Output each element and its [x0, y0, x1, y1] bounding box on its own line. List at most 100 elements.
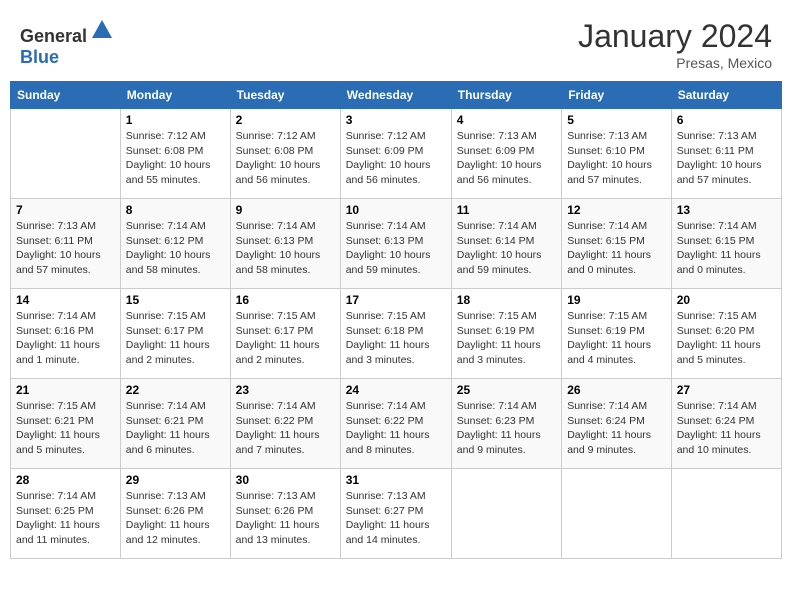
calendar-cell: 8 Sunrise: 7:14 AMSunset: 6:12 PMDaylight… — [120, 199, 230, 289]
day-number: 24 — [346, 383, 446, 397]
cell-info: Sunrise: 7:14 AMSunset: 6:16 PMDaylight:… — [16, 309, 115, 368]
day-number: 13 — [677, 203, 776, 217]
month-year-title: January 2024 — [578, 18, 772, 55]
weekday-header-wednesday: Wednesday — [340, 82, 451, 109]
calendar-week-4: 21Sunrise: 7:15 AMSunset: 6:21 PMDayligh… — [11, 379, 782, 469]
calendar-cell: 25Sunrise: 7:14 AMSunset: 6:23 PMDayligh… — [451, 379, 561, 469]
cell-info: Sunrise: 7:12 AMSunset: 6:08 PMDaylight:… — [126, 129, 225, 188]
calendar-body: 1 Sunrise: 7:12 AMSunset: 6:08 PMDaylight… — [11, 109, 782, 559]
day-number: 12 — [567, 203, 666, 217]
calendar-cell: 5Sunrise: 7:13 AMSunset: 6:10 PMDaylight… — [562, 109, 672, 199]
calendar-cell: 17 Sunrise: 7:15 AMSunset: 6:18 PMDayligh… — [340, 289, 451, 379]
calendar-cell: 3Sunrise: 7:12 AMSunset: 6:09 PMDaylight… — [340, 109, 451, 199]
calendar-week-5: 28Sunrise: 7:14 AMSunset: 6:25 PMDayligh… — [11, 469, 782, 559]
cell-info: Sunrise: 7:14 AMSunset: 6:21 PMDaylight:… — [126, 399, 225, 458]
day-number: 31 — [346, 473, 446, 487]
day-number: 17 — [346, 293, 446, 307]
cell-info: Sunrise: 7:14 AMSunset: 6:13 PMDaylight:… — [236, 219, 335, 278]
calendar-cell: 4 Sunrise: 7:13 AMSunset: 6:09 PMDaylight… — [451, 109, 561, 199]
logo-blue: Blue — [20, 47, 59, 67]
calendar-cell: 22Sunrise: 7:14 AMSunset: 6:21 PMDayligh… — [120, 379, 230, 469]
cell-info: Sunrise: 7:14 AMSunset: 6:14 PMDaylight:… — [457, 219, 556, 278]
calendar-cell: 26 Sunrise: 7:14 AMSunset: 6:24 PMDayligh… — [562, 379, 672, 469]
cell-info: Sunrise: 7:12 AMSunset: 6:08 PMDaylight:… — [236, 129, 335, 188]
logo: General Blue — [20, 18, 114, 68]
calendar-cell: 6Sunrise: 7:13 AMSunset: 6:11 PMDaylight… — [671, 109, 781, 199]
calendar-week-1: 1 Sunrise: 7:12 AMSunset: 6:08 PMDaylight… — [11, 109, 782, 199]
day-number: 9 — [236, 203, 335, 217]
cell-info: Sunrise: 7:14 AMSunset: 6:15 PMDaylight:… — [677, 219, 776, 278]
cell-info: Sunrise: 7:12 AMSunset: 6:09 PMDaylight:… — [346, 129, 446, 188]
day-number: 2 — [236, 113, 335, 127]
cell-info: Sunrise: 7:13 AMSunset: 6:27 PMDaylight:… — [346, 489, 446, 548]
calendar-table: SundayMondayTuesdayWednesdayThursdayFrid… — [10, 81, 782, 559]
calendar-cell: 28Sunrise: 7:14 AMSunset: 6:25 PMDayligh… — [11, 469, 121, 559]
cell-info: Sunrise: 7:13 AMSunset: 6:11 PMDaylight:… — [677, 129, 776, 188]
calendar-week-3: 14 Sunrise: 7:14 AMSunset: 6:16 PMDayligh… — [11, 289, 782, 379]
calendar-cell — [671, 469, 781, 559]
calendar-cell: 20Sunrise: 7:15 AMSunset: 6:20 PMDayligh… — [671, 289, 781, 379]
calendar-cell: 16Sunrise: 7:15 AMSunset: 6:17 PMDayligh… — [230, 289, 340, 379]
cell-info: Sunrise: 7:15 AMSunset: 6:19 PMDaylight:… — [567, 309, 666, 368]
cell-info: Sunrise: 7:15 AMSunset: 6:19 PMDaylight:… — [457, 309, 556, 368]
calendar-cell: 29 Sunrise: 7:13 AMSunset: 6:26 PMDayligh… — [120, 469, 230, 559]
calendar-cell: 14 Sunrise: 7:14 AMSunset: 6:16 PMDayligh… — [11, 289, 121, 379]
cell-info: Sunrise: 7:13 AMSunset: 6:10 PMDaylight:… — [567, 129, 666, 188]
cell-info: Sunrise: 7:13 AMSunset: 6:26 PMDaylight:… — [126, 489, 225, 548]
page-container: General Blue January 2024 Presas, Mexico… — [10, 10, 782, 559]
calendar-cell: 9 Sunrise: 7:14 AMSunset: 6:13 PMDaylight… — [230, 199, 340, 289]
day-number: 11 — [457, 203, 556, 217]
logo-icon — [90, 18, 114, 42]
cell-info: Sunrise: 7:14 AMSunset: 6:23 PMDaylight:… — [457, 399, 556, 458]
calendar-cell: 31 Sunrise: 7:13 AMSunset: 6:27 PMDayligh… — [340, 469, 451, 559]
weekday-header-tuesday: Tuesday — [230, 82, 340, 109]
day-number: 10 — [346, 203, 446, 217]
day-number: 1 — [126, 113, 225, 127]
cell-info: Sunrise: 7:14 AMSunset: 6:12 PMDaylight:… — [126, 219, 225, 278]
calendar-cell: 19 Sunrise: 7:15 AMSunset: 6:19 PMDayligh… — [562, 289, 672, 379]
cell-info: Sunrise: 7:14 AMSunset: 6:22 PMDaylight:… — [236, 399, 335, 458]
calendar-cell: 10 Sunrise: 7:14 AMSunset: 6:13 PMDayligh… — [340, 199, 451, 289]
calendar-week-2: 7Sunrise: 7:13 AMSunset: 6:11 PMDaylight… — [11, 199, 782, 289]
calendar-cell: 2 Sunrise: 7:12 AMSunset: 6:08 PMDaylight… — [230, 109, 340, 199]
calendar-cell: 1 Sunrise: 7:12 AMSunset: 6:08 PMDaylight… — [120, 109, 230, 199]
cell-info: Sunrise: 7:15 AMSunset: 6:18 PMDaylight:… — [346, 309, 446, 368]
title-area: January 2024 Presas, Mexico — [578, 18, 772, 71]
calendar-cell: 30Sunrise: 7:13 AMSunset: 6:26 PMDayligh… — [230, 469, 340, 559]
cell-info: Sunrise: 7:14 AMSunset: 6:24 PMDaylight:… — [677, 399, 776, 458]
cell-info: Sunrise: 7:13 AMSunset: 6:09 PMDaylight:… — [457, 129, 556, 188]
calendar-cell: 18 Sunrise: 7:15 AMSunset: 6:19 PMDayligh… — [451, 289, 561, 379]
calendar-header: SundayMondayTuesdayWednesdayThursdayFrid… — [11, 82, 782, 109]
day-number: 14 — [16, 293, 115, 307]
calendar-cell: 15Sunrise: 7:15 AMSunset: 6:17 PMDayligh… — [120, 289, 230, 379]
day-number: 4 — [457, 113, 556, 127]
day-number: 16 — [236, 293, 335, 307]
calendar-cell — [451, 469, 561, 559]
day-number: 8 — [126, 203, 225, 217]
logo-general: General — [20, 26, 87, 46]
weekday-header-monday: Monday — [120, 82, 230, 109]
calendar-cell: 12 Sunrise: 7:14 AMSunset: 6:15 PMDayligh… — [562, 199, 672, 289]
cell-info: Sunrise: 7:14 AMSunset: 6:25 PMDaylight:… — [16, 489, 115, 548]
cell-info: Sunrise: 7:14 AMSunset: 6:15 PMDaylight:… — [567, 219, 666, 278]
day-number: 23 — [236, 383, 335, 397]
day-number: 19 — [567, 293, 666, 307]
weekday-header-thursday: Thursday — [451, 82, 561, 109]
calendar-cell — [11, 109, 121, 199]
cell-info: Sunrise: 7:14 AMSunset: 6:24 PMDaylight:… — [567, 399, 666, 458]
calendar-cell: 21Sunrise: 7:15 AMSunset: 6:21 PMDayligh… — [11, 379, 121, 469]
day-number: 26 — [567, 383, 666, 397]
calendar-cell: 11 Sunrise: 7:14 AMSunset: 6:14 PMDayligh… — [451, 199, 561, 289]
day-number: 29 — [126, 473, 225, 487]
cell-info: Sunrise: 7:15 AMSunset: 6:17 PMDaylight:… — [126, 309, 225, 368]
cell-info: Sunrise: 7:14 AMSunset: 6:13 PMDaylight:… — [346, 219, 446, 278]
weekday-row: SundayMondayTuesdayWednesdayThursdayFrid… — [11, 82, 782, 109]
calendar-cell: 7Sunrise: 7:13 AMSunset: 6:11 PMDaylight… — [11, 199, 121, 289]
day-number: 20 — [677, 293, 776, 307]
day-number: 30 — [236, 473, 335, 487]
day-number: 21 — [16, 383, 115, 397]
weekday-header-sunday: Sunday — [11, 82, 121, 109]
weekday-header-friday: Friday — [562, 82, 672, 109]
cell-info: Sunrise: 7:14 AMSunset: 6:22 PMDaylight:… — [346, 399, 446, 458]
day-number: 18 — [457, 293, 556, 307]
